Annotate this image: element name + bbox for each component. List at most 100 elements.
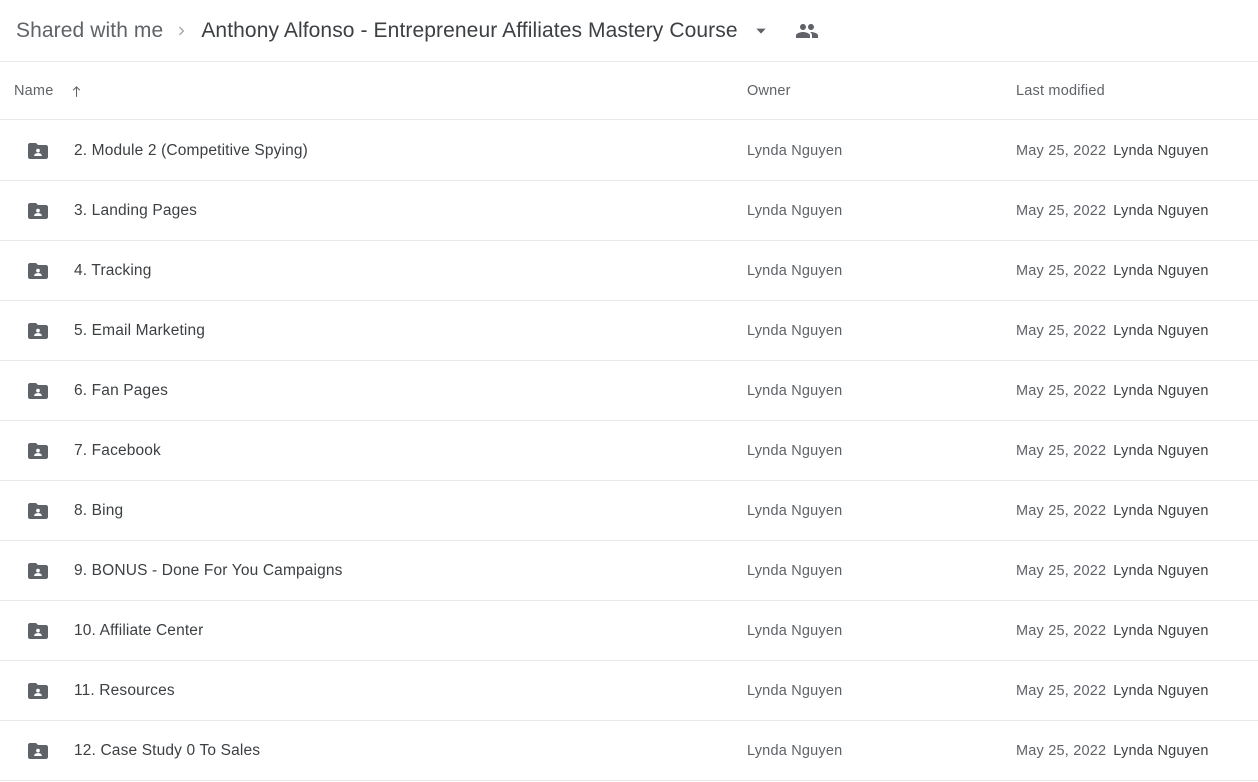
file-name-label: 3. Landing Pages (74, 201, 198, 219)
file-modified-by: Lynda Nguyen (1113, 142, 1209, 159)
file-owner-label: Lynda Nguyen (747, 322, 843, 339)
file-name-label: 11. Resources (74, 681, 175, 699)
file-name-label: 5. Email Marketing (74, 321, 206, 339)
shared-folder-icon (26, 739, 50, 763)
file-name-cell: 9. BONUS - Done For You Campaigns (26, 541, 343, 600)
file-owner-label: Lynda Nguyen (747, 202, 843, 219)
shared-folder-icon (26, 139, 50, 163)
shared-folder-icon (26, 679, 50, 703)
table-column-header: Name Owner Last modified (0, 62, 1258, 120)
table-row[interactable]: 5. Email Marketing Lynda Nguyen May 25, … (0, 301, 1258, 361)
table-row[interactable]: 9. BONUS - Done For You Campaigns Lynda … (0, 541, 1258, 601)
file-modified-date: May 25, 2022 (1016, 562, 1107, 579)
file-name-cell: 4. Tracking (26, 241, 151, 300)
file-name-label: 2. Module 2 (Competitive Spying) (74, 141, 308, 159)
file-owner-cell: Lynda Nguyen (747, 121, 842, 180)
file-modified-date: May 25, 2022 (1016, 142, 1107, 159)
table-row[interactable]: 10. Affiliate Center Lynda Nguyen May 25… (0, 601, 1258, 661)
file-owner-cell: Lynda Nguyen (747, 601, 842, 660)
file-last-modified-cell: May 25, 2022 Lynda Nguyen (1016, 361, 1209, 420)
file-modified-date: May 25, 2022 (1016, 382, 1107, 399)
shared-folder-icon (26, 319, 50, 343)
file-modified-by: Lynda Nguyen (1113, 262, 1209, 279)
file-owner-cell: Lynda Nguyen (747, 541, 842, 600)
file-name-cell: 6. Fan Pages (26, 361, 168, 420)
people-icon[interactable] (792, 16, 822, 46)
file-last-modified-cell: May 25, 2022 Lynda Nguyen (1016, 181, 1209, 240)
table-row[interactable]: 4. Tracking Lynda Nguyen May 25, 2022 Ly… (0, 241, 1258, 301)
breadcrumb-bar: Shared with me Anthony Alfonso - Entrepr… (0, 0, 1258, 62)
arrow-up-icon[interactable] (65, 80, 87, 102)
file-owner-cell: Lynda Nguyen (747, 421, 842, 480)
column-header-last-modified[interactable]: Last modified (1016, 62, 1105, 120)
shared-folder-icon (26, 259, 50, 283)
file-name-cell: 7. Facebook (26, 421, 161, 480)
breadcrumb-parent-shared-with-me[interactable]: Shared with me (16, 19, 163, 43)
table-row[interactable]: 8. Bing Lynda Nguyen May 25, 2022 Lynda … (0, 481, 1258, 541)
column-header-name-label: Name (14, 83, 54, 99)
shared-folder-icon (26, 559, 50, 583)
file-owner-label: Lynda Nguyen (747, 622, 843, 639)
file-modified-date: May 25, 2022 (1016, 622, 1107, 639)
file-owner-cell: Lynda Nguyen (747, 361, 842, 420)
file-owner-label: Lynda Nguyen (747, 502, 843, 519)
file-modified-date: May 25, 2022 (1016, 742, 1107, 759)
file-modified-date: May 25, 2022 (1016, 442, 1107, 459)
table-row[interactable]: 3. Landing Pages Lynda Nguyen May 25, 20… (0, 181, 1258, 241)
file-name-label: 12. Case Study 0 To Sales (74, 741, 261, 759)
file-last-modified-cell: May 25, 2022 Lynda Nguyen (1016, 721, 1209, 780)
table-row[interactable]: 11. Resources Lynda Nguyen May 25, 2022 … (0, 661, 1258, 721)
file-modified-date: May 25, 2022 (1016, 502, 1107, 519)
column-header-last-modified-label: Last modified (1016, 83, 1105, 99)
column-header-owner-label: Owner (747, 83, 791, 99)
shared-folder-icon (26, 199, 50, 223)
file-name-cell: 2. Module 2 (Competitive Spying) (26, 121, 308, 180)
file-last-modified-cell: May 25, 2022 Lynda Nguyen (1016, 421, 1209, 480)
file-last-modified-cell: May 25, 2022 Lynda Nguyen (1016, 241, 1209, 300)
breadcrumb-current-folder[interactable]: Anthony Alfonso - Entrepreneur Affiliate… (201, 19, 737, 43)
file-modified-by: Lynda Nguyen (1113, 682, 1209, 699)
file-name-cell: 12. Case Study 0 To Sales (26, 721, 260, 780)
file-name-label: 4. Tracking (74, 261, 152, 279)
file-modified-by: Lynda Nguyen (1113, 322, 1209, 339)
file-owner-label: Lynda Nguyen (747, 742, 843, 759)
shared-folder-icon (26, 439, 50, 463)
file-modified-by: Lynda Nguyen (1113, 562, 1209, 579)
file-last-modified-cell: May 25, 2022 Lynda Nguyen (1016, 661, 1209, 720)
chevron-right-icon (167, 16, 197, 46)
file-modified-by: Lynda Nguyen (1113, 502, 1209, 519)
file-owner-label: Lynda Nguyen (747, 382, 843, 399)
file-owner-label: Lynda Nguyen (747, 562, 843, 579)
shared-folder-icon (26, 379, 50, 403)
file-owner-cell: Lynda Nguyen (747, 301, 842, 360)
file-modified-date: May 25, 2022 (1016, 202, 1107, 219)
table-row[interactable]: 6. Fan Pages Lynda Nguyen May 25, 2022 L… (0, 361, 1258, 421)
file-last-modified-cell: May 25, 2022 Lynda Nguyen (1016, 481, 1209, 540)
file-name-cell: 5. Email Marketing (26, 301, 205, 360)
file-name-cell: 3. Landing Pages (26, 181, 197, 240)
file-owner-label: Lynda Nguyen (747, 682, 843, 699)
file-owner-cell: Lynda Nguyen (747, 661, 842, 720)
chevron-down-icon[interactable] (748, 18, 774, 44)
file-owner-label: Lynda Nguyen (747, 142, 843, 159)
file-modified-by: Lynda Nguyen (1113, 202, 1209, 219)
file-last-modified-cell: May 25, 2022 Lynda Nguyen (1016, 301, 1209, 360)
file-last-modified-cell: May 25, 2022 Lynda Nguyen (1016, 541, 1209, 600)
file-name-cell: 8. Bing (26, 481, 123, 540)
file-name-label: 6. Fan Pages (74, 381, 168, 399)
file-name-label: 8. Bing (74, 501, 124, 519)
file-owner-cell: Lynda Nguyen (747, 241, 842, 300)
column-header-owner[interactable]: Owner (747, 62, 791, 120)
file-modified-by: Lynda Nguyen (1113, 742, 1209, 759)
file-name-label: 10. Affiliate Center (74, 621, 204, 639)
column-header-name[interactable]: Name (14, 62, 87, 120)
table-row[interactable]: 2. Module 2 (Competitive Spying) Lynda N… (0, 121, 1258, 181)
file-list: 2. Module 2 (Competitive Spying) Lynda N… (0, 120, 1258, 781)
table-row[interactable]: 7. Facebook Lynda Nguyen May 25, 2022 Ly… (0, 421, 1258, 481)
file-modified-by: Lynda Nguyen (1113, 442, 1209, 459)
table-row[interactable]: 12. Case Study 0 To Sales Lynda Nguyen M… (0, 721, 1258, 781)
file-owner-label: Lynda Nguyen (747, 442, 843, 459)
file-owner-cell: Lynda Nguyen (747, 721, 842, 780)
file-last-modified-cell: May 25, 2022 Lynda Nguyen (1016, 121, 1209, 180)
file-owner-cell: Lynda Nguyen (747, 481, 842, 540)
